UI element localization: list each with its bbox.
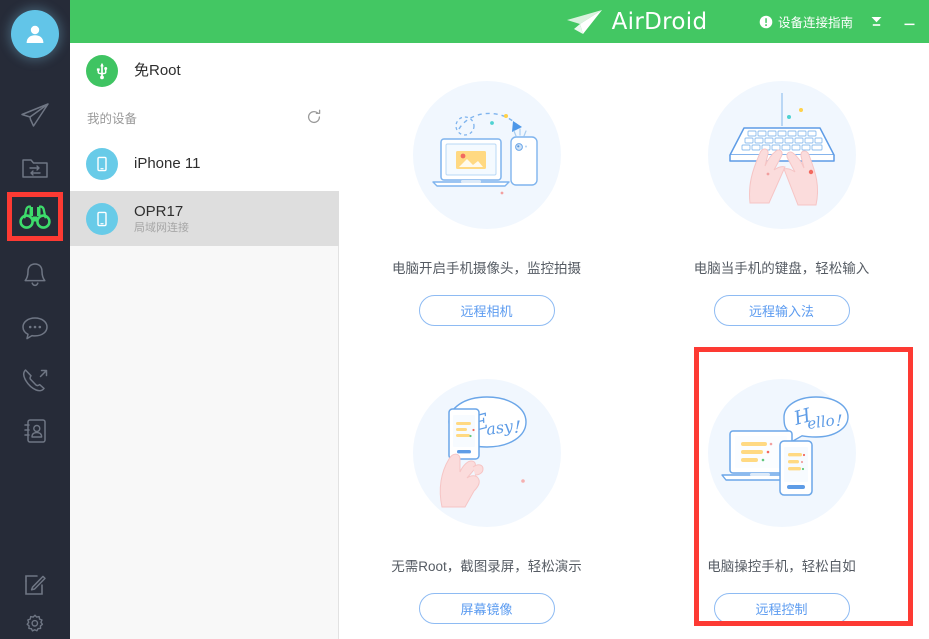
svg-text:asy: asy	[484, 416, 514, 439]
device-row-root-free[interactable]: 免Root	[70, 43, 339, 98]
feature-grid-panel: 电脑开启手机摄像头，监控拍摄 远程相机	[339, 43, 929, 639]
sidebar-item-settings[interactable]	[0, 608, 70, 639]
app-title: AirDroid	[612, 9, 708, 35]
my-devices-section-header: 我的设备	[70, 98, 339, 136]
folder-swap-icon	[21, 156, 49, 180]
left-icon-rail	[0, 0, 70, 639]
card-caption: 无需Root，截图录屏，轻松演示	[391, 555, 582, 575]
title-bar: AirDroid 设备连接指南	[339, 0, 929, 43]
phone-call-icon	[20, 366, 50, 394]
device-name: OPR17	[134, 203, 189, 220]
device-connection-type: 局域网连接	[134, 222, 189, 235]
refresh-icon[interactable]	[305, 108, 323, 126]
sidebar-item-compose[interactable]	[0, 560, 70, 610]
device-connection-guide-link[interactable]: 设备连接指南	[759, 12, 853, 31]
screen-mirror-illustration: E asy !	[413, 379, 561, 527]
minimize-icon[interactable]	[899, 12, 919, 32]
section-label: 我的设备	[87, 108, 137, 127]
feature-card-screen-mirror: E asy !	[339, 341, 634, 639]
paper-plane-icon	[20, 102, 50, 128]
sidebar-item-notifications[interactable]	[0, 250, 70, 300]
sidebar-item-calls[interactable]	[0, 355, 70, 405]
contacts-book-icon	[22, 417, 48, 445]
remote-camera-button[interactable]: 远程相机	[419, 295, 555, 326]
avatar[interactable]	[11, 10, 59, 58]
binoculars-icon	[18, 204, 52, 230]
usb-icon	[86, 55, 118, 87]
collapse-down-icon[interactable]	[866, 12, 886, 32]
guide-label: 设备连接指南	[778, 12, 853, 31]
title-bar-controls: 设备连接指南	[759, 0, 919, 43]
airdroid-window: 免Root 我的设备	[0, 0, 929, 639]
sidebar-item-transfer[interactable]	[0, 90, 70, 140]
feature-card-remote-input: 电脑当手机的键盘，轻松输入 远程输入法	[634, 43, 929, 341]
remote-control-button[interactable]: 远程控制	[714, 593, 850, 624]
user-avatar-icon	[22, 21, 48, 47]
svg-text:!: !	[836, 411, 842, 430]
airdroid-plane-logo	[561, 9, 603, 35]
sidebar-item-files[interactable]	[0, 143, 70, 193]
device-panel: 免Root 我的设备	[70, 0, 339, 639]
remote-input-button[interactable]: 远程输入法	[714, 295, 850, 326]
compose-icon	[23, 573, 47, 597]
bell-icon	[22, 261, 48, 289]
remote-control-illustration: H ello !	[708, 379, 856, 527]
sidebar-item-contacts[interactable]	[0, 406, 70, 456]
gear-icon	[25, 614, 45, 634]
remote-camera-illustration	[413, 81, 561, 229]
svg-text:ello: ello	[806, 411, 836, 433]
screen-mirror-button[interactable]: 屏幕镜像	[419, 593, 555, 624]
chat-bubble-icon	[20, 315, 50, 341]
keyboard-hands-illustration	[708, 81, 856, 229]
device-row-iphone-11[interactable]: iPhone 11	[70, 136, 339, 191]
feature-card-remote-control: H ello !	[634, 341, 929, 639]
card-caption: 电脑操控手机，轻松自如	[707, 555, 856, 575]
device-panel-header-strip	[70, 0, 339, 43]
phone-icon	[86, 148, 118, 180]
device-row-opr17[interactable]: OPR17 局域网连接	[70, 191, 339, 246]
sidebar-item-messages[interactable]	[0, 303, 70, 353]
device-list: 免Root 我的设备	[70, 43, 339, 246]
device-name: 免Root	[134, 62, 181, 79]
info-icon	[759, 15, 773, 29]
device-name: iPhone 11	[134, 155, 200, 172]
card-caption: 电脑当手机的键盘，轻松输入	[694, 257, 870, 277]
card-caption: 电脑开启手机摄像头，监控拍摄	[392, 257, 581, 277]
feature-card-remote-camera: 电脑开启手机摄像头，监控拍摄 远程相机	[339, 43, 634, 341]
sidebar-item-remote-view[interactable]	[0, 192, 70, 241]
phone-icon	[86, 203, 118, 235]
svg-text:!: !	[514, 418, 521, 438]
